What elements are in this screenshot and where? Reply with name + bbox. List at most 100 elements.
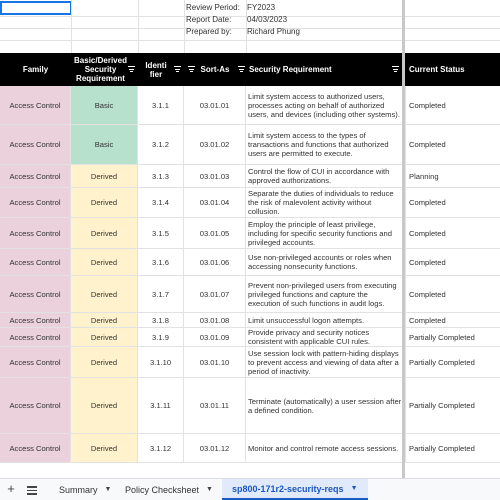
cell-family[interactable]: Access Control	[0, 347, 71, 377]
cell-identifier[interactable]: 3.1.8	[138, 313, 184, 327]
cell-family[interactable]: Access Control	[0, 313, 71, 327]
cell-sort-as[interactable]: 03.01.03	[184, 165, 246, 187]
cell-basic-derived[interactable]: Derived	[71, 249, 138, 275]
cell-identifier[interactable]: 3.1.7	[138, 276, 184, 312]
cell-family[interactable]: Access Control	[0, 125, 71, 164]
chevron-down-icon[interactable]: ▼	[105, 486, 112, 493]
prepared-by-value[interactable]: Richard Phung	[247, 26, 387, 38]
table-row[interactable]: Access Control Derived 3.1.6 03.01.06 Use no…	[0, 249, 500, 276]
filter-icon[interactable]	[188, 66, 195, 72]
cell-family[interactable]: Access Control	[0, 249, 71, 275]
cell-sort-as[interactable]: 03.01.09	[184, 328, 246, 346]
cell-basic-derived[interactable]: Derived	[71, 188, 138, 217]
cell-basic-derived[interactable]: Derived	[71, 378, 138, 433]
cell-security-requirement[interactable]: Use non-privileged accounts or roles whe…	[246, 249, 406, 275]
cell-current-status[interactable]: Planning	[406, 165, 500, 187]
cell-sort-as[interactable]: 03.01.04	[184, 188, 246, 217]
cell-identifier[interactable]: 3.1.4	[138, 188, 184, 217]
table-row[interactable]: Access Control Derived 3.1.4 03.01.04 Separa…	[0, 188, 500, 218]
table-row[interactable]: Access Control Derived 3.1.3 03.01.03 Contro…	[0, 165, 500, 188]
report-date-label[interactable]: Report Date:	[186, 14, 246, 26]
cell-current-status[interactable]: Completed	[406, 218, 500, 248]
cell-family[interactable]: Access Control	[0, 218, 71, 248]
cell-security-requirement[interactable]: Provide privacy and security notices con…	[246, 328, 406, 346]
all-sheets-menu-icon[interactable]	[27, 486, 37, 495]
filter-icon[interactable]	[174, 66, 181, 72]
cell-security-requirement[interactable]: Limit system access to the types of tran…	[246, 125, 406, 164]
cell-identifier[interactable]: 3.1.10	[138, 347, 184, 377]
cell-sort-as[interactable]: 03.01.05	[184, 218, 246, 248]
cell-sort-as[interactable]: 03.01.07	[184, 276, 246, 312]
tab-security-reqs[interactable]: sp800-171r2-security-reqs ▼	[222, 479, 368, 500]
cell-security-requirement[interactable]: Terminate (automatically) a user session…	[246, 378, 406, 433]
table-row[interactable]: Access Control Derived 3.1.12 03.01.12 Monit…	[0, 434, 500, 463]
plus-icon[interactable]: +	[4, 482, 18, 496]
cell-current-status[interactable]: Partially Completed	[406, 378, 500, 433]
cell-current-status[interactable]: Completed	[406, 249, 500, 275]
cell-identifier[interactable]: 3.1.9	[138, 328, 184, 346]
cell-basic-derived[interactable]: Derived	[71, 328, 138, 346]
header-identifier[interactable]: Identifier	[138, 53, 184, 86]
cell-identifier[interactable]: 3.1.11	[138, 378, 184, 433]
cell-current-status[interactable]: Completed	[406, 276, 500, 312]
filter-icon[interactable]	[238, 66, 245, 72]
cell-security-requirement[interactable]: Use session lock with pattern-hiding dis…	[246, 347, 406, 377]
cell-current-status[interactable]: Partially Completed	[406, 328, 500, 346]
report-date-value[interactable]: 04/03/2023	[247, 14, 387, 26]
cell-family[interactable]: Access Control	[0, 328, 71, 346]
header-sort-as[interactable]: Sort-As	[184, 53, 246, 86]
cell-security-requirement[interactable]: Limit system access to authorized users,…	[246, 86, 406, 124]
filter-icon[interactable]	[128, 66, 135, 72]
header-security-requirement[interactable]: Security Requirement	[238, 53, 406, 86]
cell-sort-as[interactable]: 03.01.06	[184, 249, 246, 275]
cell-identifier[interactable]: 3.1.12	[138, 434, 184, 462]
header-basic-derived[interactable]: Basic/Derived Security Requirement	[71, 53, 138, 86]
cell-identifier[interactable]: 3.1.6	[138, 249, 184, 275]
cell-basic-derived[interactable]: Derived	[71, 313, 138, 327]
cell-security-requirement[interactable]: Prevent non-privileged users from execut…	[246, 276, 406, 312]
header-current-status[interactable]: Current Status	[406, 53, 500, 86]
cell-sort-as[interactable]: 03.01.12	[184, 434, 246, 462]
cell-identifier[interactable]: 3.1.5	[138, 218, 184, 248]
header-family[interactable]: Family	[0, 53, 71, 86]
cell-current-status[interactable]: Partially Completed	[406, 434, 500, 462]
cell-basic-derived[interactable]: Derived	[71, 276, 138, 312]
cell-security-requirement[interactable]: Control the flow of CUI in accordance wi…	[246, 165, 406, 187]
chevron-down-icon[interactable]: ▼	[206, 486, 213, 493]
cell-sort-as[interactable]: 03.01.08	[184, 313, 246, 327]
cell-family[interactable]: Access Control	[0, 86, 71, 124]
cell-basic-derived[interactable]: Derived	[71, 165, 138, 187]
cell-current-status[interactable]: Completed	[406, 188, 500, 217]
prepared-by-label[interactable]: Prepared by:	[186, 26, 246, 38]
cell-family[interactable]: Access Control	[0, 276, 71, 312]
table-row[interactable]: Access Control Derived 3.1.8 03.01.08 Limit …	[0, 313, 500, 328]
chevron-down-icon[interactable]: ▼	[351, 485, 358, 492]
cell-family[interactable]: Access Control	[0, 378, 71, 433]
table-row[interactable]: Access Control Derived 3.1.10 03.01.10 Use s…	[0, 347, 500, 378]
table-row[interactable]: Access Control Basic 3.1.2 03.01.02 Limit sy…	[0, 125, 500, 165]
filter-icon[interactable]	[392, 66, 399, 72]
cell-identifier[interactable]: 3.1.2	[138, 125, 184, 164]
cell-current-status[interactable]: Completed	[406, 313, 500, 327]
cell-sort-as[interactable]: 03.01.01	[184, 86, 246, 124]
cell-security-requirement[interactable]: Employ the principle of least privilege,…	[246, 218, 406, 248]
freeze-divider[interactable]	[402, 0, 405, 478]
tab-policy-checksheet[interactable]: Policy Checksheet ▼	[117, 479, 221, 500]
table-row[interactable]: Access Control Derived 3.1.7 03.01.07 Preven…	[0, 276, 500, 313]
tab-summary[interactable]: Summary ▼	[51, 479, 119, 500]
cell-basic-derived[interactable]: Basic	[71, 86, 138, 124]
cell-basic-derived[interactable]: Basic	[71, 125, 138, 164]
cell-sort-as[interactable]: 03.01.10	[184, 347, 246, 377]
cell-basic-derived[interactable]: Derived	[71, 218, 138, 248]
table-row[interactable]: Access Control Derived 3.1.11 03.01.11 Termi…	[0, 378, 500, 434]
table-row[interactable]: Access Control Derived 3.1.9 03.01.09 Provid…	[0, 328, 500, 347]
table-row[interactable]: Access Control Derived 3.1.5 03.01.05 Employ…	[0, 218, 500, 249]
table-row[interactable]: Access Control Basic 3.1.1 03.01.01 Limit sy…	[0, 86, 500, 125]
selected-cell[interactable]	[0, 1, 72, 15]
cell-current-status[interactable]: Completed	[406, 86, 500, 124]
cell-family[interactable]: Access Control	[0, 165, 71, 187]
cell-family[interactable]: Access Control	[0, 188, 71, 217]
cell-family[interactable]: Access Control	[0, 434, 71, 462]
cell-security-requirement[interactable]: Monitor and control remote access sessio…	[246, 434, 406, 462]
cell-current-status[interactable]: Completed	[406, 125, 500, 164]
